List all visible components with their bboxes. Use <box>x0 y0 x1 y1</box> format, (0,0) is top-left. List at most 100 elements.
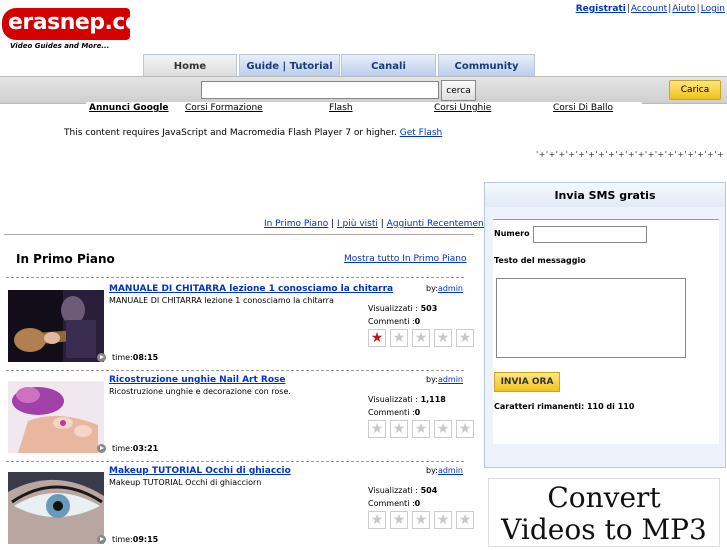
filter-featured[interactable]: In Primo Piano <box>264 219 328 229</box>
comments-count: Commenti :0 <box>368 317 420 326</box>
star-icon[interactable]: ★ <box>456 420 474 438</box>
video-author: by:admin <box>426 375 463 384</box>
play-icon[interactable] <box>97 535 106 544</box>
video-author: by:admin <box>426 466 463 475</box>
star-icon[interactable]: ★ <box>412 511 430 529</box>
video-description: Ricostruzione unghie e decorazione con r… <box>109 387 291 396</box>
author-link[interactable]: admin <box>438 466 463 475</box>
video-thumbnail[interactable] <box>8 472 104 544</box>
comments-label: Commenti : <box>368 408 415 417</box>
ads-label[interactable]: Annunci Google <box>89 103 169 113</box>
comments-count: Commenti :0 <box>368 408 420 417</box>
site-logo[interactable]: erasnep.com Video Guides and More... <box>2 6 162 52</box>
plus-separator: '+'+'+'+'+'+'+'+'+'+'+'+'+'+'+'+'+'+'+ <box>536 150 725 159</box>
ad-banner-line2: Videos to MP3 <box>501 513 707 546</box>
get-flash-link[interactable]: Get Flash <box>400 128 443 138</box>
time-value: 08:15 <box>132 353 159 362</box>
show-all-link[interactable]: Mostra tutto In Primo Piano <box>344 254 467 264</box>
tab-guide-tutorial[interactable]: Guide | Tutorial <box>239 54 340 77</box>
comments-label: Commenti : <box>368 317 415 326</box>
time-label: time: <box>112 444 133 453</box>
video-duration: time:08:15 <box>112 353 158 362</box>
author-link[interactable]: admin <box>438 284 463 293</box>
filter-most-viewed[interactable]: I più visti <box>337 219 378 229</box>
time-label: time: <box>112 353 133 362</box>
star-icon[interactable]: ★ <box>456 511 474 529</box>
help-link[interactable]: Aiuto <box>672 4 695 14</box>
play-icon[interactable] <box>97 444 106 453</box>
video-title[interactable]: MANUALE DI CHITARRA lezione 1 conosciamo… <box>109 284 393 294</box>
star-icon[interactable]: ★ <box>390 329 408 347</box>
video-thumbnail[interactable] <box>8 381 104 453</box>
comments-count: Commenti :0 <box>368 499 420 508</box>
rating-stars: ★ ★ ★ ★ ★ <box>368 420 474 438</box>
video-thumbnail[interactable] <box>8 290 104 362</box>
video-title[interactable]: Ricostruzione unghie Nail Art Rose <box>109 375 286 385</box>
time-value: 09:15 <box>132 535 159 544</box>
ad-link[interactable]: Flash <box>329 103 353 113</box>
message-label: Testo del messaggio <box>494 256 586 265</box>
ad-banner[interactable]: Convert Videos to MP3 <box>488 478 720 547</box>
star-icon[interactable]: ★ <box>390 420 408 438</box>
star-icon[interactable]: ★ <box>434 511 452 529</box>
login-link[interactable]: Login <box>701 4 725 14</box>
views-count: Visualizzati : 503 <box>368 304 437 313</box>
filter-recent[interactable]: Aggiunti Recentemente <box>387 219 493 229</box>
sms-title: Invia SMS gratis <box>485 183 725 207</box>
rating-stars: ★ ★ ★ ★ ★ <box>368 511 474 529</box>
logo-text: erasnep.com <box>8 10 162 35</box>
video-item: time:08:15 MANUALE DI CHITARRA lezione 1… <box>6 280 474 368</box>
search-input[interactable] <box>201 81 439 99</box>
account-link[interactable]: Account <box>631 4 667 14</box>
play-icon[interactable] <box>97 353 106 362</box>
star-icon[interactable]: ★ <box>368 329 386 347</box>
author-link[interactable]: admin <box>438 375 463 384</box>
time-value: 03:21 <box>132 444 159 453</box>
views-value: 1,118 <box>420 395 446 404</box>
video-duration: time:09:15 <box>112 535 158 544</box>
account-links: Registrati|Account|Aiuto|Login <box>575 4 725 14</box>
views-label: Visualizzati : <box>368 486 419 495</box>
divider <box>4 234 474 235</box>
time-label: time: <box>112 535 133 544</box>
sms-form: Numero Testo del messaggio INVIA ORA Car… <box>493 219 719 444</box>
views-value: 503 <box>420 304 438 313</box>
ad-link[interactable]: Corsi Formazione <box>185 103 263 113</box>
views-count: Visualizzati : 1,118 <box>368 395 446 404</box>
views-count: Visualizzati : 504 <box>368 486 437 495</box>
phone-number-input[interactable] <box>533 226 647 243</box>
star-icon[interactable]: ★ <box>434 420 452 438</box>
sms-panel: Invia SMS gratis Numero Testo del messag… <box>484 182 726 468</box>
tab-canali[interactable]: Canali <box>341 54 436 77</box>
section-title: In Primo Piano <box>16 252 115 266</box>
star-icon[interactable]: ★ <box>456 329 474 347</box>
search-button[interactable]: cerca <box>441 80 476 101</box>
views-label: Visualizzati : <box>368 304 419 313</box>
ads-row: Annunci Google Corsi Formazione Flash Co… <box>86 102 642 115</box>
comments-label: Commenti : <box>368 499 415 508</box>
ad-link[interactable]: Corsi Di Ballo <box>553 103 613 113</box>
author-label: by: <box>426 466 438 475</box>
send-sms-button[interactable]: INVIA ORA <box>494 372 560 392</box>
flash-notice: This content requires JavaScript and Mac… <box>64 128 442 138</box>
star-icon[interactable]: ★ <box>390 511 408 529</box>
ad-link[interactable]: Corsi Unghie <box>434 103 491 113</box>
star-icon[interactable]: ★ <box>412 329 430 347</box>
video-title[interactable]: Makeup TUTORIAL Occhi di ghiaccio <box>109 466 291 476</box>
search-bar: cerca Carica <box>0 76 727 104</box>
star-icon[interactable]: ★ <box>434 329 452 347</box>
star-icon[interactable]: ★ <box>368 511 386 529</box>
views-label: Visualizzati : <box>368 395 419 404</box>
number-label: Numero <box>494 229 530 238</box>
comments-value: 0 <box>414 408 421 417</box>
rating-stars: ★ ★ ★ ★ ★ <box>368 329 474 347</box>
star-icon[interactable]: ★ <box>412 420 430 438</box>
upload-button[interactable]: Carica <box>669 80 721 100</box>
star-icon[interactable]: ★ <box>368 420 386 438</box>
register-link[interactable]: Registrati <box>576 4 626 14</box>
tab-community[interactable]: Community <box>438 54 535 77</box>
message-textarea[interactable] <box>496 278 686 358</box>
flash-message: This content requires JavaScript and Mac… <box>64 128 397 138</box>
video-description: MANUALE DI CHITARRA lezione 1 conosciamo… <box>109 296 334 305</box>
tab-home[interactable]: Home <box>143 54 237 77</box>
